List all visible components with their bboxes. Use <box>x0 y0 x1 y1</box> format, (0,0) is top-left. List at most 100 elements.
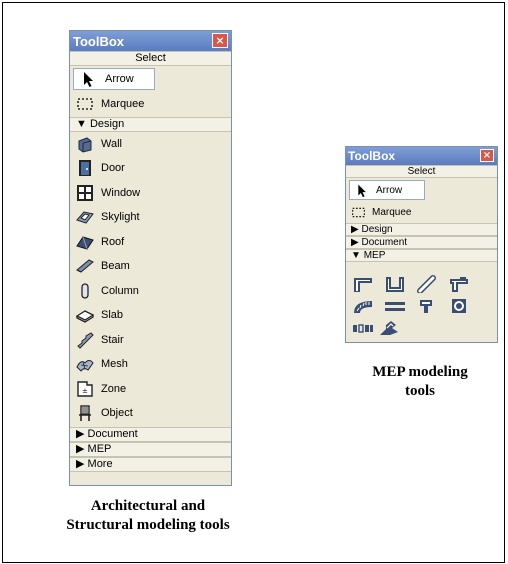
arrow-tool[interactable]: Arrow <box>73 68 155 90</box>
marquee-icon <box>352 207 365 218</box>
close-button[interactable]: × <box>212 33 228 48</box>
design-label: Design <box>89 117 125 130</box>
arrow-cursor-icon <box>358 184 366 197</box>
tool-label: Stair <box>101 333 124 346</box>
door-tool[interactable]: Door <box>70 156 231 181</box>
collapsed-arrow-icon: ▶ <box>76 442 85 455</box>
caption-line: tools <box>405 383 435 399</box>
equipment-icon[interactable] <box>378 319 400 337</box>
design-tools-list: Wall Door Window Skylight Roof Beam Colu… <box>70 132 231 426</box>
mesh-icon <box>76 360 94 373</box>
column-tool[interactable]: Column <box>70 279 231 304</box>
section-label: Document <box>87 427 138 440</box>
section-label: Document <box>361 237 408 248</box>
toolbox-title-bar[interactable]: ToolBox × <box>346 147 497 165</box>
beam-tool[interactable]: Beam <box>70 254 231 279</box>
beam-icon <box>76 259 94 273</box>
arrow-tool[interactable]: Arrow <box>349 180 425 200</box>
door-icon <box>79 160 91 177</box>
marquee-tool[interactable]: Marquee <box>346 202 497 223</box>
pipe-icon[interactable] <box>416 275 438 293</box>
design-section-header[interactable]: ▶ Design <box>346 223 497 236</box>
expanded-arrow-icon: ▼ <box>76 117 87 130</box>
tool-label: Slab <box>101 309 124 322</box>
toolbox-title: ToolBox <box>73 34 125 49</box>
wall-tool[interactable]: Wall <box>70 132 231 157</box>
flexible-duct-icon[interactable] <box>352 297 374 315</box>
section-label: MEP <box>363 250 386 261</box>
damper-icon[interactable] <box>352 319 374 337</box>
window-icon <box>77 184 93 201</box>
tool-label: Door <box>101 162 125 175</box>
zone-tool[interactable]: ± Zone <box>70 377 231 402</box>
roof-tool[interactable]: Roof <box>70 230 231 255</box>
terminal-icon[interactable] <box>416 297 438 315</box>
select-label: Select <box>135 52 166 64</box>
tool-label: Column <box>101 284 139 297</box>
design-section-header[interactable]: ▼ Design <box>70 116 231 132</box>
toolbox-mep: ToolBox × Select Arrow Marquee ▶ Design … <box>345 146 498 343</box>
mesh-tool[interactable]: Mesh <box>70 352 231 377</box>
stair-tool[interactable]: Stair <box>70 328 231 353</box>
collapsed-arrow-icon: ▶ <box>76 427 85 440</box>
stair-icon <box>77 332 94 349</box>
expanded-arrow-icon: ▼ <box>351 250 361 261</box>
column-icon <box>81 283 89 299</box>
duct-tee-icon[interactable] <box>448 275 470 293</box>
caption-line: Architectural and <box>90 498 206 514</box>
skylight-tool[interactable]: Skylight <box>70 205 231 230</box>
more-section-header[interactable]: ▶ More <box>70 456 231 472</box>
mep-section-header[interactable]: ▶ MEP <box>70 441 231 457</box>
tool-label: Skylight <box>101 211 140 224</box>
duct-elbow-icon[interactable] <box>352 275 374 293</box>
wall-icon <box>78 137 92 153</box>
window-tool[interactable]: Window <box>70 181 231 206</box>
collapsed-arrow-icon: ▶ <box>76 457 85 470</box>
toolbox-title: ToolBox <box>348 149 396 163</box>
slab-tool[interactable]: Slab <box>70 303 231 328</box>
section-label: More <box>87 457 113 470</box>
object-tool[interactable]: Object <box>70 401 231 426</box>
marquee-tool[interactable]: Marquee <box>70 92 231 117</box>
tool-label: Object <box>101 407 133 420</box>
document-section-header[interactable]: ▶ Document <box>346 236 497 249</box>
duct-transition-icon[interactable] <box>384 275 406 293</box>
roof-icon <box>76 236 94 250</box>
zone-icon: ± <box>77 381 93 397</box>
select-section-header[interactable]: Select <box>346 165 497 178</box>
toolbox-architectural: ToolBox × Select Arrow Marquee ▼ Design … <box>69 30 232 486</box>
skylight-icon <box>76 211 94 224</box>
slab-icon <box>76 310 94 323</box>
caption-line: MEP modeling <box>372 364 468 380</box>
tool-label: Beam <box>101 260 130 273</box>
section-label: Design <box>361 224 393 235</box>
marquee-icon <box>77 98 93 110</box>
select-label: Select <box>407 166 436 177</box>
toolbox-title-bar[interactable]: ToolBox × <box>70 31 231 51</box>
section-label: MEP <box>87 442 112 455</box>
arrow-label: Arrow <box>376 184 403 196</box>
tool-label: Zone <box>101 382 127 395</box>
document-section-header[interactable]: ▶ Document <box>70 426 231 442</box>
fan-icon[interactable] <box>448 297 470 315</box>
mep-section-header[interactable]: ▼ MEP <box>346 249 497 262</box>
collapsed-arrow-icon: ▶ <box>351 237 359 248</box>
tool-label: Window <box>101 186 141 199</box>
arch-caption: Architectural and Structural modeling to… <box>33 497 263 535</box>
arrow-cursor-icon <box>84 72 93 87</box>
tool-label: Roof <box>101 235 125 248</box>
marquee-label: Marquee <box>101 98 145 111</box>
object-icon <box>79 405 91 422</box>
select-section-header[interactable]: Select <box>70 51 231 66</box>
figure-frame: ToolBox × Select Arrow Marquee ▼ Design … <box>2 2 505 563</box>
straight-duct-icon[interactable] <box>384 297 406 315</box>
caption-line: Structural modeling tools <box>66 517 230 533</box>
tool-label: Wall <box>101 137 122 150</box>
close-button[interactable]: × <box>480 149 494 162</box>
svg-text:±: ± <box>82 387 88 395</box>
tool-label: Mesh <box>101 358 128 371</box>
collapsed-arrow-icon: ▶ <box>351 224 359 235</box>
arrow-label: Arrow <box>105 73 134 85</box>
marquee-label: Marquee <box>372 207 412 218</box>
mep-caption: MEP modeling tools <box>339 363 501 401</box>
